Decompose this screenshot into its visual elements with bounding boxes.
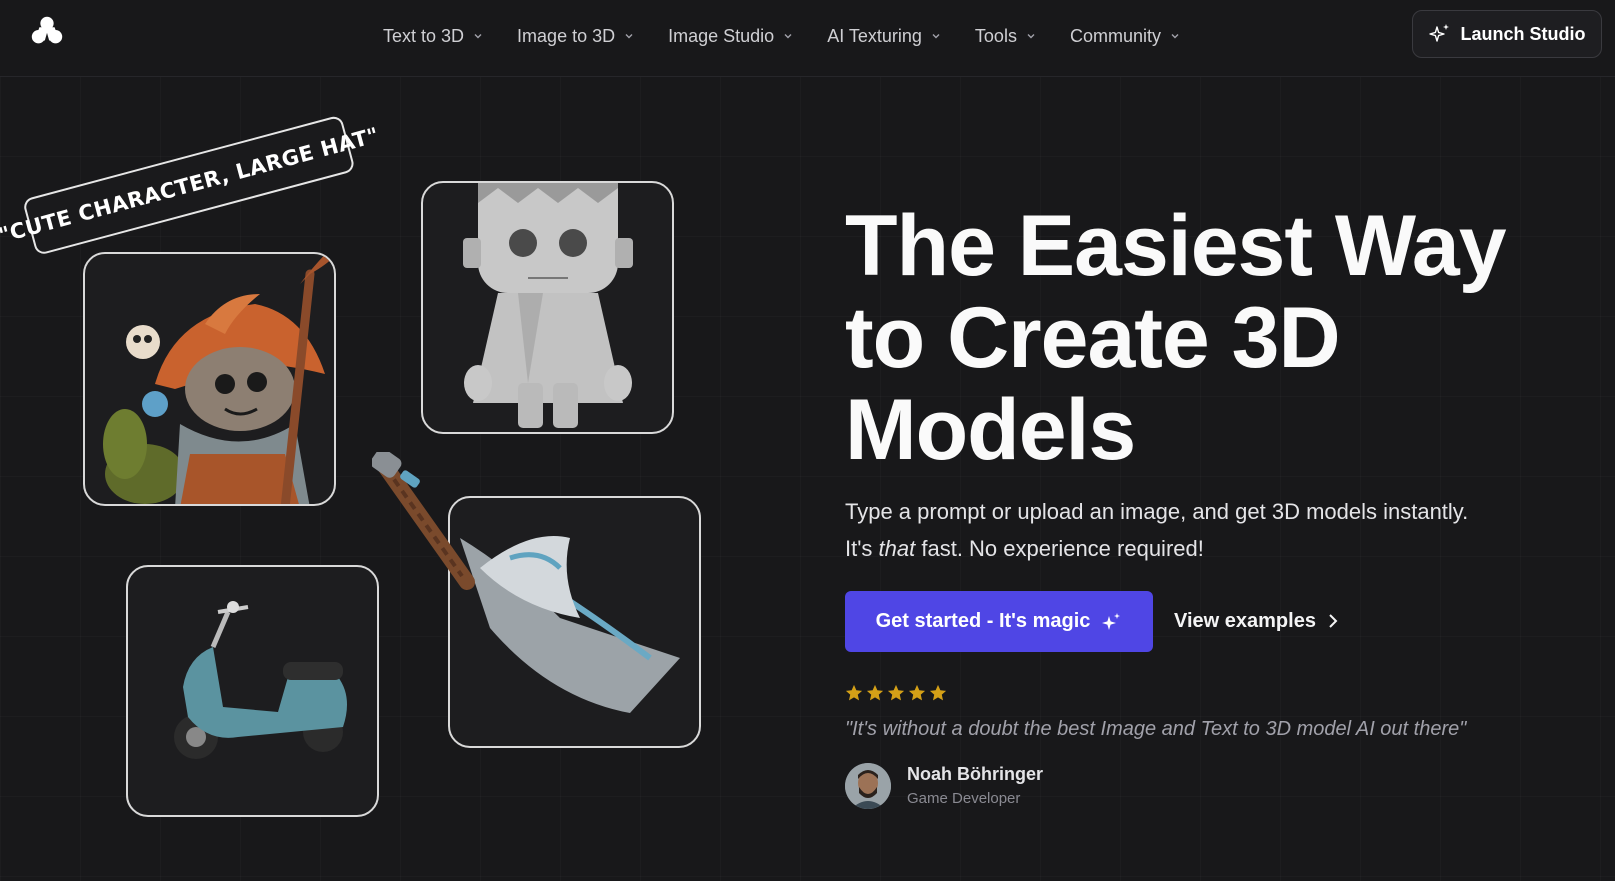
launch-studio-label: Launch Studio [1460, 23, 1586, 44]
author-photo [845, 763, 891, 809]
author-name: Noah Böhringer [907, 764, 1044, 784]
logo-icon[interactable] [28, 12, 66, 50]
get-started-button[interactable]: Get started - It's magic [845, 591, 1153, 652]
nav-item-tools[interactable]: Tools [975, 22, 1036, 50]
scooter-model-image [174, 601, 347, 759]
chevron-right-icon [1329, 614, 1338, 628]
star-icon [908, 684, 926, 701]
star-icon [866, 684, 884, 701]
chevron-down-icon [474, 34, 482, 39]
subtitle-emphasis: that [878, 536, 916, 561]
star-icon [887, 684, 905, 701]
view-examples-link[interactable]: View examples [1174, 605, 1338, 637]
chevron-down-icon [1027, 34, 1035, 39]
nav-label: Image Studio [668, 25, 775, 46]
testimonial-quote: "It's without a doubt the best Image and… [845, 718, 1467, 740]
magic-sparkle-icon [1102, 612, 1121, 630]
nav-item-text-to-3d[interactable]: Text to 3D [383, 22, 483, 50]
main-menu: Text to 3D Image to 3D Image Studio AI T… [383, 22, 1214, 50]
model-card-wizard[interactable] [83, 252, 336, 506]
get-started-label: Get started - It's magic [875, 610, 1091, 632]
wizard-model-image [103, 254, 334, 504]
chevron-down-icon [1171, 34, 1179, 39]
view-examples-label: View examples [1174, 609, 1316, 632]
frankenstein-model-image [463, 183, 633, 428]
avatar [845, 763, 891, 809]
sword-model-image [460, 536, 680, 713]
chevron-down-icon [784, 34, 792, 39]
hero-subtitle: Type a prompt or upload an image, and ge… [845, 493, 1565, 567]
nav-label: AI Texturing [827, 25, 922, 46]
nav-label: Community [1069, 25, 1161, 46]
star-icon [845, 684, 863, 701]
nav-item-image-to-3d[interactable]: Image to 3D [517, 22, 634, 50]
nav-item-image-studio[interactable]: Image Studio [668, 22, 793, 50]
chevron-down-icon [932, 34, 940, 39]
nav-label: Text to 3D [383, 25, 465, 46]
rating-stars [845, 684, 947, 702]
subtitle-line-1: Type a prompt or upload an image, and ge… [845, 499, 1469, 524]
sparkle-icon [1428, 24, 1449, 42]
launch-studio-button[interactable]: Launch Studio [1412, 10, 1602, 58]
subtitle-line-2: It's that fast. No experience required! [845, 530, 1565, 567]
page-title: The Easiest Way to Create 3D Models [845, 198, 1507, 478]
top-nav: Text to 3D Image to 3D Image Studio AI T… [0, 0, 1615, 77]
model-card-frankenstein[interactable] [421, 181, 674, 434]
model-card-sword[interactable] [448, 496, 701, 748]
sword-handle-image [372, 452, 475, 590]
nav-label: Tools [974, 25, 1017, 46]
author-role: Game Developer [907, 790, 1021, 807]
chevron-down-icon [625, 34, 633, 39]
subtitle-text: It's [845, 536, 879, 561]
star-icon [929, 684, 947, 701]
subtitle-text: fast. No experience required! [915, 536, 1204, 561]
model-card-scooter[interactable] [126, 565, 379, 817]
nav-label: Image to 3D [517, 25, 616, 46]
nav-item-community[interactable]: Community [1070, 22, 1180, 50]
prompt-tag: "CUTE CHARACTER, LARGE HAT" [0, 114, 382, 257]
nav-item-ai-texturing[interactable]: AI Texturing [827, 22, 941, 50]
